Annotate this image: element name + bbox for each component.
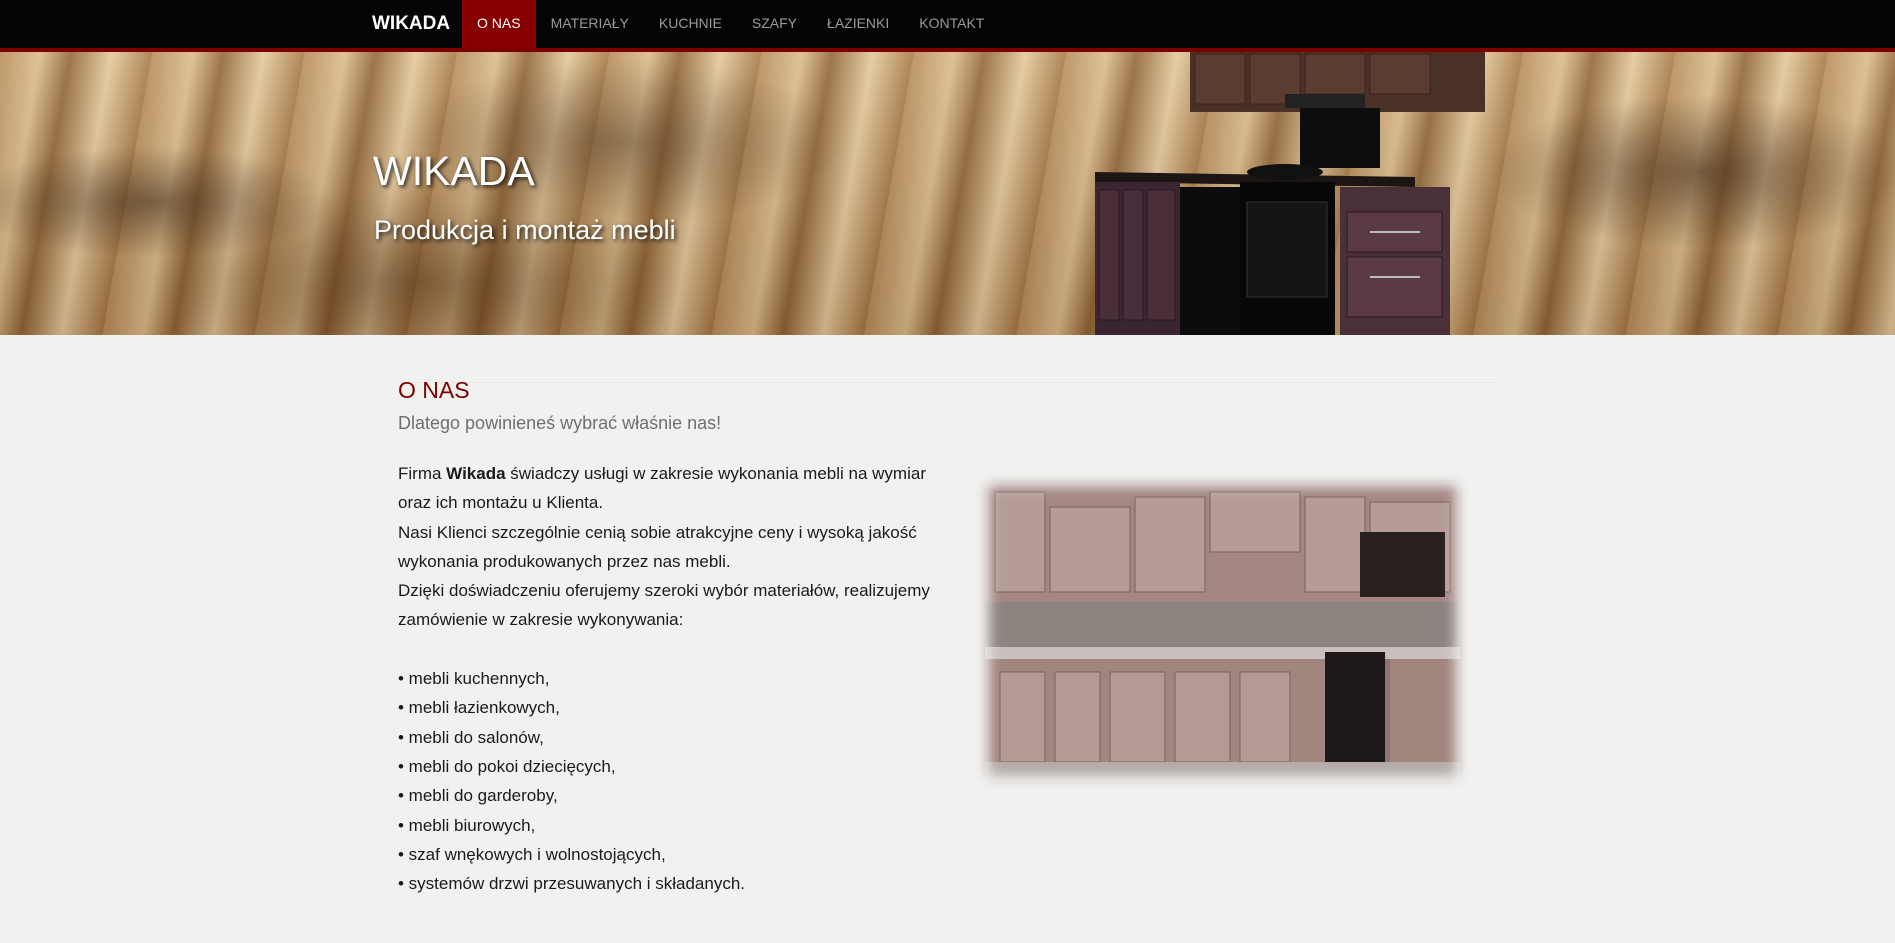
intro-before: Firma <box>398 464 447 483</box>
section-divider <box>398 382 1498 383</box>
nav-item-o-nas[interactable]: O NAS <box>462 0 536 48</box>
nav-item-kuchnie[interactable]: KUCHNIE <box>644 0 737 48</box>
list-item: • systemów drzwi przesuwanych i składany… <box>398 874 746 894</box>
nav-item-materialy[interactable]: MATERIAŁY <box>536 0 644 48</box>
company-name: Wikada <box>446 464 506 483</box>
section-subtitle: Dlatego powinieneś wybrać właśnie nas! <box>398 413 722 433</box>
hero-title: WIKADA <box>373 148 535 194</box>
experience-paragraph: Dzięki doświadczeniu oferujemy szeroki w… <box>398 581 930 630</box>
hero-banner: WIKADA Produkcja i montaż mebli <box>0 52 1895 335</box>
services-list: • mebli kuchennych, • mebli łazienkowych… <box>398 664 958 898</box>
list-item: • mebli łazienkowych, <box>398 698 560 718</box>
hero-subtitle: Produkcja i montaż mebli <box>374 215 676 245</box>
brand-logo-link[interactable]: WIKADA <box>372 0 450 48</box>
about-text: Firma Wikada świadczy usługi w zakresie … <box>398 459 958 898</box>
list-item: • mebli do garderoby, <box>398 786 558 806</box>
intro-paragraph: Firma Wikada świadczy usługi w zakresie … <box>398 459 958 518</box>
nav-item-szafy[interactable]: SZAFY <box>737 0 812 48</box>
list-item: • mebli do pokoi dziecięcych, <box>398 756 616 776</box>
list-item: • mebli biurowych, <box>398 815 536 835</box>
kitchen-photo <box>975 472 1470 790</box>
list-item: • mebli do salonów, <box>398 727 544 747</box>
list-item: • szaf wnękowych i wolnostojących, <box>398 844 666 864</box>
hero-wood-texture <box>0 52 1895 335</box>
nav-item-lazienki[interactable]: ŁAZIENKI <box>812 0 904 48</box>
clients-paragraph: Nasi Klienci szczególnie cenią sobie atr… <box>398 522 917 571</box>
list-item: • mebli kuchennych, <box>398 669 550 689</box>
hero-kitchen-image <box>1095 52 1485 335</box>
main-nav: O NAS MATERIAŁY KUCHNIE SZAFY ŁAZIENKI K… <box>462 0 999 48</box>
nav-item-kontakt[interactable]: KONTAKT <box>904 0 999 48</box>
section-title: O NAS <box>398 377 470 403</box>
top-navbar: WIKADA O NAS MATERIAŁY KUCHNIE SZAFY ŁAZ… <box>0 0 1895 52</box>
